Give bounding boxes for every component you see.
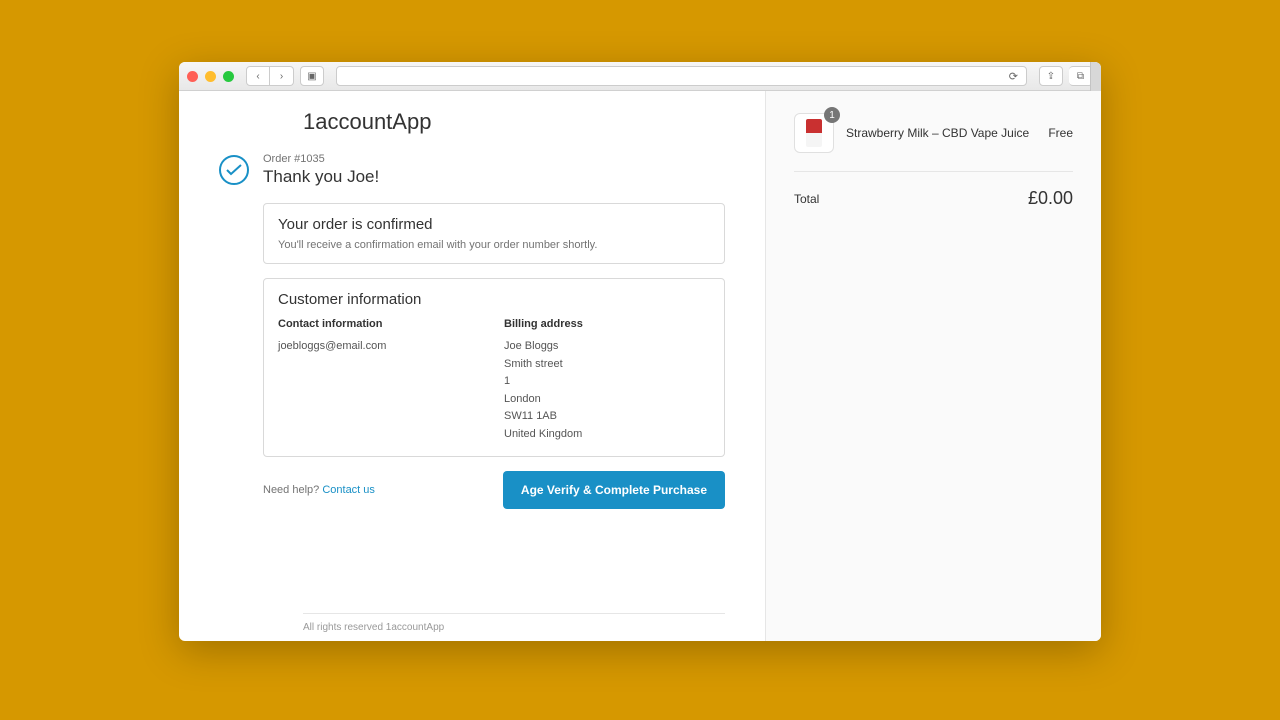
chevron-left-icon: ‹ [256,71,259,82]
confirmed-subtitle: You'll receive a confirmation email with… [278,239,710,251]
billing-line: London [504,391,710,409]
checkout-page: 1accountApp Order #1035 Thank you Joe! Y… [179,91,1101,641]
customer-info-panel: Customer information Contact information… [263,278,725,457]
order-summary: 1 Strawberry Milk – CBD Vape Juice Free … [766,91,1101,641]
thank-you-heading: Thank you Joe! [263,167,379,187]
product-image-icon [806,119,822,147]
quantity-badge: 1 [824,107,840,123]
maximize-window-icon[interactable] [223,71,234,82]
browser-window: ‹ › ▣ ⟳ ⇪ ⧉ 1accountApp [179,62,1101,641]
billing-label: Billing address [504,318,710,330]
checkmark-icon [219,155,249,185]
close-window-icon[interactable] [187,71,198,82]
main-column: 1accountApp Order #1035 Thank you Joe! Y… [179,91,766,641]
billing-address: Joe BloggsSmith street1LondonSW11 1ABUni… [504,338,710,444]
sidebar-icon: ▣ [307,71,316,82]
contact-info-label: Contact information [278,318,484,330]
total-label: Total [794,192,819,206]
billing-line: United Kingdom [504,426,710,444]
billing-address-block: Billing address Joe BloggsSmith street1L… [504,318,710,444]
forward-button[interactable]: › [270,66,294,86]
footer-text: All rights reserved 1accountApp [303,613,725,633]
help-prefix: Need help? [263,484,322,496]
store-name: 1accountApp [303,109,725,135]
contact-us-link[interactable]: Contact us [322,484,375,496]
browser-toolbar: ‹ › ▣ ⟳ ⇪ ⧉ [179,62,1101,91]
address-bar[interactable]: ⟳ [336,66,1027,86]
billing-line: Smith street [504,356,710,374]
help-text: Need help? Contact us [263,484,375,496]
product-price: Free [1048,126,1073,140]
billing-line: SW11 1AB [504,408,710,426]
new-tab-button[interactable] [1090,62,1101,91]
product-name: Strawberry Milk – CBD Vape Juice [846,126,1036,140]
order-confirmed-panel: Your order is confirmed You'll receive a… [263,203,725,264]
order-header: Order #1035 Thank you Joe! [263,153,725,187]
sidebar-toggle-button[interactable]: ▣ [300,66,324,86]
total-amount: £0.00 [1028,188,1073,209]
order-number: Order #1035 [263,153,379,165]
product-thumbnail: 1 [794,113,834,153]
customer-info-title: Customer information [278,291,710,308]
window-controls [187,71,234,82]
back-button[interactable]: ‹ [246,66,270,86]
contact-email: joebloggs@email.com [278,338,484,356]
billing-line: Joe Bloggs [504,338,710,356]
share-icon: ⇪ [1047,71,1055,82]
age-verify-button[interactable]: Age Verify & Complete Purchase [503,471,725,509]
total-row: Total £0.00 [794,172,1073,209]
billing-line: 1 [504,373,710,391]
action-row: Need help? Contact us Age Verify & Compl… [263,471,725,509]
share-button[interactable]: ⇪ [1039,66,1063,86]
confirmed-title: Your order is confirmed [278,216,710,233]
line-item: 1 Strawberry Milk – CBD Vape Juice Free [794,113,1073,172]
minimize-window-icon[interactable] [205,71,216,82]
contact-info-block: Contact information joebloggs@email.com [278,318,484,444]
chevron-right-icon: › [280,71,283,82]
reload-icon[interactable]: ⟳ [1009,70,1018,83]
tabs-icon: ⧉ [1077,71,1084,82]
